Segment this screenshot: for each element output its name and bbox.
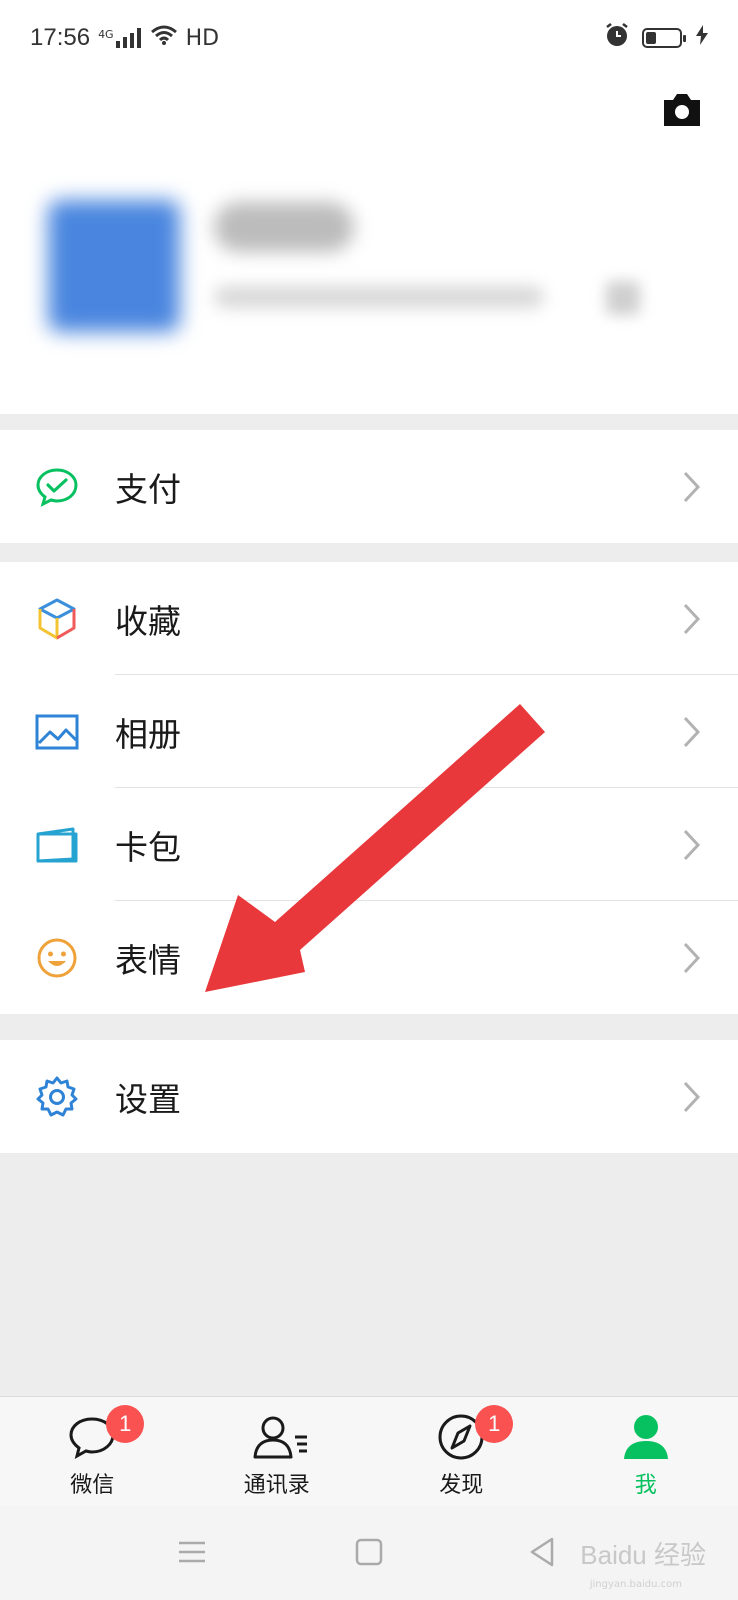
menu-label-settings: 设置 — [115, 1079, 181, 1119]
bottom-tab-bar: 1 微信 通讯录 1 发现 我 — [0, 1396, 738, 1506]
tab-label: 发现 — [439, 1473, 484, 1498]
chevron-right-icon — [683, 942, 701, 973]
menu-group-settings: 设置 — [0, 1040, 738, 1153]
card-wallet-icon — [34, 822, 80, 868]
gear-icon — [34, 1074, 80, 1120]
menu-item-favorites[interactable]: 收藏 — [0, 562, 738, 675]
watermark: Baidu 经验 — [580, 1540, 706, 1570]
alarm-icon — [604, 22, 630, 54]
menu-label-pay: 支付 — [115, 469, 181, 509]
signal-icon: 4G — [98, 28, 142, 48]
menu-item-album[interactable]: 相册 — [0, 675, 738, 788]
camera-icon[interactable] — [660, 88, 704, 132]
menu-label-favorites: 收藏 — [115, 601, 181, 641]
person-icon — [620, 1411, 672, 1463]
menu-label-cards: 卡包 — [115, 827, 181, 867]
smiley-icon — [34, 935, 80, 981]
menu-item-settings[interactable]: 设置 — [0, 1040, 738, 1153]
cube-icon — [34, 596, 80, 642]
unread-badge: 1 — [475, 1405, 514, 1443]
back-icon[interactable] — [522, 1530, 566, 1574]
wechat-id-blurred — [214, 286, 544, 308]
wifi-icon — [150, 24, 178, 52]
unread-badge: 1 — [106, 1405, 145, 1443]
wechat-pay-icon — [34, 464, 80, 510]
status-left: 17:56 4G HD — [30, 24, 219, 52]
picture-icon — [34, 709, 80, 755]
battery-icon — [642, 28, 686, 48]
menu-label-album: 相册 — [115, 714, 181, 754]
menu-item-cards[interactable]: 卡包 — [0, 788, 738, 901]
menu-item-stickers[interactable]: 表情 — [0, 901, 738, 1014]
chevron-right-icon — [683, 716, 701, 747]
tab-me[interactable]: 我 — [554, 1397, 738, 1506]
chevron-right-icon — [683, 471, 701, 502]
menu-item-pay[interactable]: 支付 — [0, 430, 738, 543]
contacts-icon — [251, 1411, 307, 1463]
tab-label: 微信 — [70, 1473, 115, 1498]
chat-bubble-icon: 1 — [66, 1405, 145, 1463]
network-type: 4G — [98, 28, 114, 41]
status-bar: 17:56 4G HD — [0, 0, 738, 76]
tab-label: 我 — [634, 1473, 657, 1498]
chevron-right-icon — [683, 603, 701, 634]
tab-contacts[interactable]: 通讯录 — [185, 1397, 370, 1506]
profile-header[interactable] — [0, 76, 738, 414]
avatar[interactable] — [48, 200, 180, 332]
menu-group-main: 收藏 相册 卡包 表情 — [0, 562, 738, 1014]
watermark-url: jingyan.baidu.com — [589, 1579, 682, 1590]
nickname-blurred — [214, 202, 354, 252]
menu-group-pay: 支付 — [0, 430, 738, 543]
home-icon[interactable] — [347, 1530, 391, 1574]
compass-icon: 1 — [435, 1405, 514, 1463]
chevron-right-icon — [683, 829, 701, 860]
tab-label: 通讯录 — [243, 1473, 310, 1498]
menu-label-stickers: 表情 — [115, 940, 181, 980]
chevron-right-icon — [683, 1081, 701, 1112]
system-navigation-bar: Baidu 经验 jingyan.baidu.com — [0, 1506, 738, 1600]
tab-chats[interactable]: 1 微信 — [0, 1397, 185, 1506]
status-time: 17:56 — [30, 24, 91, 51]
menu-icon[interactable] — [170, 1530, 214, 1574]
qr-code-icon[interactable] — [606, 281, 640, 315]
status-right — [604, 22, 708, 54]
tab-discover[interactable]: 1 发现 — [369, 1397, 554, 1506]
hd-indicator: HD — [185, 25, 220, 51]
charging-icon — [696, 25, 708, 51]
